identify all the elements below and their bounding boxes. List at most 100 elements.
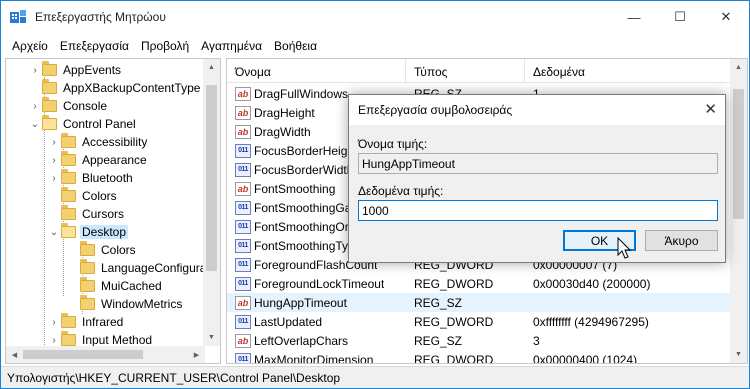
value-name: FontSmoothing [254, 181, 336, 196]
dialog-title: Επεξεργασία συμβολοσειράς [358, 103, 513, 117]
tree-item-control-panel[interactable]: ⌄ Control Panel [28, 115, 138, 133]
cancel-button[interactable]: Άκυρο [645, 230, 718, 251]
chevron-right-icon[interactable]: › [47, 317, 61, 328]
window-title: Επεξεργαστής Μητρώου [35, 10, 166, 24]
column-data-header[interactable]: Δεδομένα [525, 59, 732, 83]
string-value-icon: ab [235, 295, 251, 310]
folder-open-icon [61, 223, 76, 238]
menu-favorites[interactable]: Αγαπημένα [195, 37, 268, 57]
scroll-up-arrow-icon[interactable]: ▲ [730, 59, 747, 76]
scroll-up-arrow-icon[interactable]: ▲ [203, 59, 220, 76]
chevron-right-icon[interactable]: › [47, 155, 61, 166]
binary-value-icon: 011 [235, 219, 251, 234]
scroll-down-arrow-icon[interactable]: ▼ [203, 329, 220, 346]
value-name: LastUpdated [254, 314, 323, 329]
tree-horizontal-scrollbar[interactable]: ◀ ▶ [6, 346, 205, 363]
tree-item-label: Accessibility [82, 135, 148, 149]
menu-view[interactable]: Προβολή [135, 37, 195, 57]
tree-item-label: Cursors [82, 207, 125, 221]
value-name: FontSmoothingGa [254, 200, 352, 215]
tree-item-label: WindowMetrics [101, 297, 183, 311]
tree-item[interactable]: › Accessibility [47, 133, 149, 151]
value-name-label: Όνομα τιμής: [358, 137, 428, 151]
chevron-right-icon[interactable]: › [47, 137, 61, 148]
value-name: ForegroundLockTimeout [254, 276, 385, 291]
tree-item[interactable]: Cursors [47, 205, 126, 223]
dialog-close-icon[interactable]: ✕ [704, 100, 717, 118]
chevron-down-icon[interactable]: ⌄ [47, 227, 61, 238]
chevron-down-icon[interactable]: ⌄ [28, 119, 42, 130]
tree-item-desktop[interactable]: ⌄ Desktop [47, 223, 129, 241]
tree-item-label: Desktop [80, 225, 129, 239]
scrollbar-thumb[interactable] [23, 350, 143, 359]
maximize-button[interactable]: ☐ [657, 1, 703, 33]
tree-item[interactable]: › Appearance [47, 151, 149, 169]
value-name: DragHeight [254, 105, 315, 120]
key-tree[interactable]: › AppEvents AppXBackupContentType › Consol… [5, 58, 221, 364]
string-value-icon: ab [235, 124, 251, 139]
folder-icon [61, 313, 76, 328]
status-bar: Υπολογιστής\HKEY_CURRENT_USER\Control Pa… [1, 366, 749, 388]
value-row-selected[interactable]: ab HungAppTimeout REG_SZ [227, 293, 732, 312]
value-name: MaxMonitorDimension [254, 352, 374, 364]
value-name: FocusBorderWidth [254, 162, 354, 177]
value-data: 0x00000400 (1024) [533, 352, 638, 364]
dialog-title-bar: Επεξεργασία συμβολοσειράς ✕ [349, 95, 725, 125]
value-row[interactable]: 011 LastUpdated REG_DWORD 0xffffffff (429… [227, 312, 732, 331]
value-name-field[interactable] [358, 153, 718, 174]
folder-icon [42, 97, 57, 112]
value-name: DragFullWindows [254, 86, 349, 101]
chevron-right-icon[interactable]: › [47, 335, 61, 346]
tree-item[interactable]: Colors [66, 241, 138, 259]
tree-item[interactable]: WindowMetrics [66, 295, 184, 313]
tree-vertical-scrollbar[interactable]: ▲ ▼ [203, 59, 220, 346]
value-name: LeftOverlapChars [254, 333, 349, 348]
binary-value-icon: 011 [235, 200, 251, 215]
value-row[interactable]: 011 ForegroundLockTimeout REG_DWORD 0x000… [227, 274, 732, 293]
scrollbar-thumb[interactable] [206, 85, 217, 271]
chevron-right-icon[interactable]: › [47, 173, 61, 184]
tree-item[interactable]: › Console [28, 97, 109, 115]
scroll-right-arrow-icon[interactable]: ▶ [188, 346, 205, 363]
edit-string-dialog: Επεξεργασία συμβολοσειράς ✕ Όνομα τιμής:… [348, 94, 726, 263]
chevron-right-icon[interactable]: › [28, 101, 42, 112]
tree-item[interactable]: MuiCached [66, 277, 164, 295]
tree-item-label: Infrared [82, 315, 124, 329]
tree-item[interactable]: › AppEvents [28, 61, 123, 79]
tree-item-label: Input Method [82, 333, 153, 347]
tree-item[interactable]: AppXBackupContentType [28, 79, 202, 97]
mouse-pointer-icon [617, 237, 632, 259]
value-data: 3 [533, 333, 540, 348]
scroll-down-arrow-icon[interactable]: ▼ [730, 346, 747, 363]
registry-editor-window: Επεξεργαστής Μητρώου — ☐ ✕ Αρχείο Επεξερ… [0, 0, 750, 389]
menu-file[interactable]: Αρχείο [1, 37, 54, 57]
registry-path: Υπολογιστής\HKEY_CURRENT_USER\Control Pa… [7, 371, 341, 385]
menu-edit[interactable]: Επεξεργασία [54, 37, 135, 57]
close-button[interactable]: ✕ [703, 1, 749, 33]
tree-item[interactable]: › Bluetooth [47, 169, 135, 187]
tree-item[interactable]: › Infrared [47, 313, 125, 331]
list-vertical-scrollbar[interactable]: ▲ ▼ [730, 59, 747, 363]
chevron-right-icon[interactable]: › [28, 65, 42, 76]
scrollbar-thumb[interactable] [733, 89, 744, 219]
menu-help[interactable]: Βοήθεια [268, 37, 323, 57]
tree-item-label: LanguageConfigura [101, 261, 207, 275]
value-type: REG_DWORD [414, 276, 494, 291]
tree-item[interactable]: LanguageConfigura [66, 259, 208, 277]
value-row[interactable]: ab LeftOverlapChars REG_SZ 3 [227, 331, 732, 350]
binary-value-icon: 011 [235, 257, 251, 272]
folder-icon [61, 133, 76, 148]
scroll-left-arrow-icon[interactable]: ◀ [6, 346, 23, 363]
folder-icon [80, 295, 95, 310]
value-data: 0x00030d40 (200000) [533, 276, 651, 291]
value-data-field[interactable] [358, 200, 718, 221]
column-name-header[interactable]: Όνομα [227, 59, 406, 83]
folder-open-icon [42, 115, 57, 130]
minimize-button[interactable]: — [611, 1, 657, 33]
value-row[interactable]: 011 MaxMonitorDimension REG_DWORD 0x00000… [227, 350, 732, 364]
tree-item-label: Appearance [82, 153, 147, 167]
folder-icon [61, 205, 76, 220]
binary-value-icon: 011 [235, 162, 251, 177]
tree-item[interactable]: Colors [47, 187, 119, 205]
column-type-header[interactable]: Τύπος [406, 59, 525, 83]
